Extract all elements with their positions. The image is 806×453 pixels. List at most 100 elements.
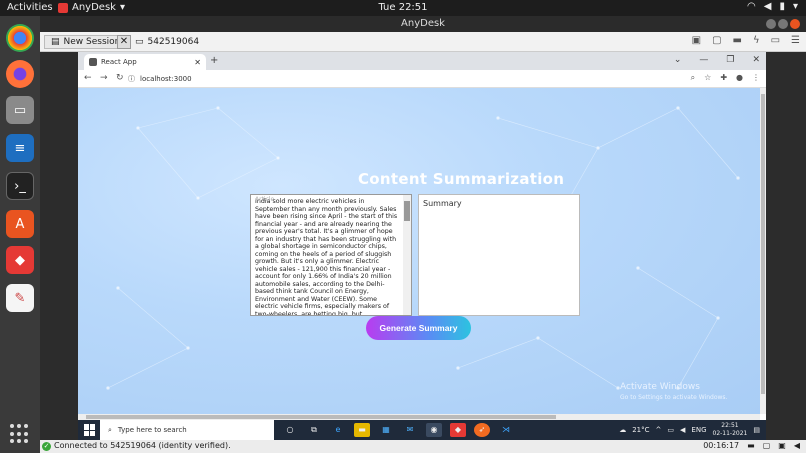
language-indicator[interactable]: ENG bbox=[691, 426, 706, 434]
taskbar-search[interactable]: ⌕ Type here to search bbox=[100, 420, 274, 440]
menu-icon[interactable]: ☰ bbox=[791, 35, 800, 46]
summary-textarea[interactable]: Summary bbox=[418, 194, 580, 316]
new-session-label: New Session bbox=[63, 37, 121, 47]
remote-browser: React App ✕ + ⌄ — ❐ ✕ ← → ↻ ⓘ localhost:… bbox=[78, 52, 766, 420]
mail-icon[interactable]: ✉ bbox=[402, 423, 418, 437]
windows-taskbar: ⌕ Type here to search ○ ⧉ e ▬ ▦ ✉ ◉ ◆ ➶ … bbox=[78, 420, 766, 440]
connection-status: Connected to 542519064 (identity verifie… bbox=[54, 441, 231, 450]
restore-icon[interactable]: ❐ bbox=[726, 55, 734, 65]
store-icon[interactable]: ▦ bbox=[378, 423, 394, 437]
file-explorer-icon[interactable]: ▬ bbox=[354, 423, 370, 437]
dock: ▭ ≡ ›_ A ◆ ✎ bbox=[0, 16, 40, 453]
firefox-icon[interactable] bbox=[6, 60, 34, 88]
zoom-icon[interactable]: ⌕ bbox=[691, 73, 695, 83]
extensions-icon[interactable]: ✚ bbox=[720, 73, 727, 83]
page-title: Content Summarization bbox=[358, 170, 565, 188]
clock[interactable]: Tue 22:51 bbox=[0, 2, 806, 13]
keyboard-icon[interactable]: ▬ bbox=[747, 441, 755, 450]
new-tab-button[interactable]: + bbox=[210, 55, 218, 66]
text-editor-icon[interactable]: ✎ bbox=[6, 284, 34, 312]
close-icon[interactable]: ✕ bbox=[117, 35, 131, 49]
weather-icon[interactable]: ☁ bbox=[619, 426, 626, 434]
minimize-icon[interactable]: — bbox=[699, 55, 708, 65]
postman-icon[interactable]: ➶ bbox=[474, 423, 490, 437]
notification-icon[interactable]: ▤ bbox=[753, 426, 760, 434]
textarea-scrollbar[interactable] bbox=[403, 195, 411, 315]
activate-windows-watermark: Activate Windows Go to Settings to activ… bbox=[620, 382, 727, 401]
monitor-icon: ▭ bbox=[135, 37, 144, 47]
summary-text: Summary bbox=[423, 199, 462, 208]
navigation-bar: ← → ↻ ⓘ localhost:3000 ⌕ ☆ ✚ ● ⋮ bbox=[78, 70, 766, 88]
files-icon[interactable]: ▭ bbox=[6, 96, 34, 124]
tab-search-icon[interactable]: ⌄ bbox=[674, 55, 682, 65]
anydesk-status-bar: ✓ Connected to 542519064 (identity verif… bbox=[40, 440, 806, 453]
session-tab[interactable]: ▭ 542519064 bbox=[135, 35, 199, 49]
weather-temp[interactable]: 21°C bbox=[632, 426, 649, 434]
anydesk-taskbar-icon[interactable]: ◆ bbox=[450, 423, 466, 437]
ubuntu-top-bar: Activities AnyDesk ▾ Tue 22:51 ◠ ◀ ▮ ▾ bbox=[0, 0, 806, 16]
chat-icon[interactable]: ▢ bbox=[712, 35, 721, 46]
new-session-button[interactable]: ▤ New Session bbox=[44, 35, 128, 49]
article-textarea[interactable]: Article India sold more electric vehicle… bbox=[250, 194, 412, 316]
chrome-taskbar-icon[interactable]: ◉ bbox=[426, 423, 442, 437]
display-icon[interactable]: ▣ bbox=[692, 35, 701, 46]
network-icon[interactable]: ▭ bbox=[667, 426, 674, 434]
verified-icon: ✓ bbox=[42, 442, 51, 451]
taskbar-clock[interactable]: 22:51 02-11-2021 bbox=[713, 422, 748, 438]
maximize-button[interactable] bbox=[778, 19, 788, 29]
battery-icon: ▮ bbox=[779, 1, 785, 12]
taskbar-apps: ○ ⧉ e ▬ ▦ ✉ ◉ ◆ ➶ ⋊ bbox=[282, 423, 514, 437]
search-icon: ⌕ bbox=[108, 425, 112, 434]
actions-icon[interactable]: ϟ bbox=[753, 35, 760, 46]
chevron-down-icon: ▾ bbox=[792, 1, 798, 12]
session-icon: ▤ bbox=[51, 37, 60, 47]
browser-window-controls: ⌄ — ❐ ✕ bbox=[674, 55, 760, 65]
show-apps-icon[interactable] bbox=[10, 424, 30, 444]
tab-title: React App bbox=[101, 58, 137, 66]
cortana-icon[interactable]: ○ bbox=[282, 423, 298, 437]
windows-start-icon[interactable] bbox=[84, 424, 96, 436]
task-view-icon[interactable]: ⧉ bbox=[306, 423, 322, 437]
wifi-icon: ◠ bbox=[747, 1, 756, 12]
taskbar-date: 02-11-2021 bbox=[712, 430, 748, 437]
search-placeholder: Type here to search bbox=[117, 426, 187, 434]
reload-icon[interactable]: ↻ bbox=[116, 73, 124, 83]
software-center-icon[interactable]: A bbox=[6, 210, 34, 238]
page-vertical-scrollbar[interactable] bbox=[760, 88, 766, 414]
profile-icon[interactable]: ● bbox=[736, 73, 743, 83]
vscode-icon[interactable]: ⋊ bbox=[498, 423, 514, 437]
anydesk-tools: ▣ ▢ ▬ ϟ ▭ ☰ bbox=[692, 35, 800, 46]
close-button[interactable] bbox=[790, 19, 800, 29]
lock-icon[interactable]: ▣ bbox=[778, 441, 786, 450]
writer-icon[interactable]: ≡ bbox=[6, 134, 34, 162]
edge-icon[interactable]: e bbox=[330, 423, 346, 437]
clipboard-icon[interactable]: ▢ bbox=[763, 441, 771, 450]
anydesk-title-bar: AnyDesk bbox=[40, 16, 806, 32]
address-bar[interactable]: ⓘ localhost:3000 bbox=[128, 72, 688, 86]
system-tray[interactable]: ◠ ◀ ▮ ▾ bbox=[747, 1, 798, 12]
anydesk-dock-icon[interactable]: ◆ bbox=[6, 246, 34, 274]
windows-system-tray: ☁ 21°C ^ ▭ ◀ ENG 22:51 02-11-2021 ▤ bbox=[619, 422, 760, 438]
browser-tab[interactable]: React App ✕ bbox=[84, 54, 206, 70]
favicon-icon bbox=[89, 58, 97, 66]
watermark-subtitle: Go to Settings to activate Windows. bbox=[620, 394, 728, 401]
article-placeholder: Article bbox=[255, 196, 275, 203]
audio-icon[interactable]: ◀ bbox=[794, 441, 800, 450]
speaker-icon[interactable]: ◀ bbox=[680, 426, 685, 434]
more-menu-icon[interactable]: ⋮ bbox=[752, 73, 760, 83]
volume-icon: ◀ bbox=[763, 1, 772, 12]
taskbar-time: 22:51 bbox=[721, 422, 739, 429]
close-tab-icon[interactable]: ✕ bbox=[194, 58, 201, 67]
keyboard-icon[interactable]: ▬ bbox=[733, 35, 742, 46]
chrome-icon[interactable] bbox=[6, 24, 34, 52]
chevron-up-icon[interactable]: ^ bbox=[656, 426, 662, 434]
back-icon[interactable]: ← bbox=[84, 73, 92, 83]
close-icon[interactable]: ✕ bbox=[752, 55, 760, 65]
monitor-icon[interactable]: ▭ bbox=[771, 35, 780, 46]
generate-summary-button[interactable]: Generate Summary bbox=[366, 316, 471, 340]
forward-icon[interactable]: → bbox=[100, 73, 108, 83]
bookmark-star-icon[interactable]: ☆ bbox=[704, 73, 711, 83]
anydesk-toolbar: ▤ New Session ✕ ▭ 542519064 ▣ ▢ ▬ ϟ ▭ ☰ bbox=[40, 32, 806, 52]
terminal-icon[interactable]: ›_ bbox=[6, 172, 34, 200]
minimize-button[interactable] bbox=[766, 19, 776, 29]
